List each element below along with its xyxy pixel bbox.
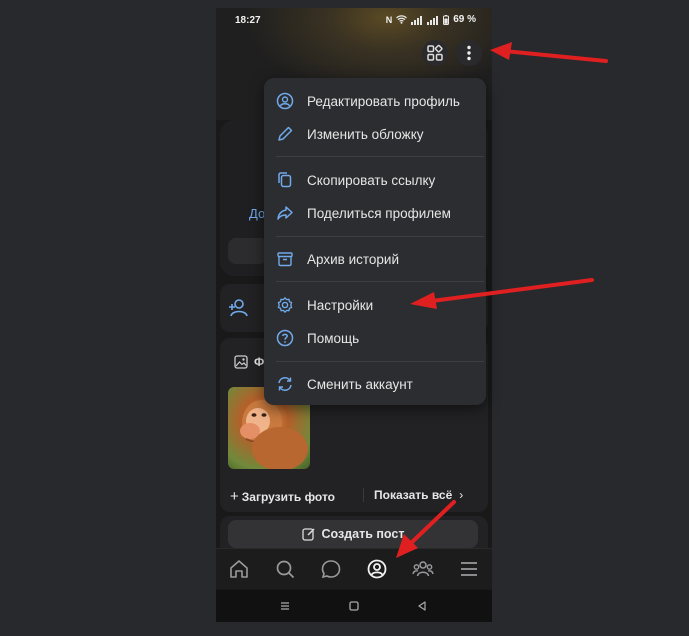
switch-account-icon (278, 377, 292, 391)
more-options-button[interactable] (456, 40, 482, 66)
signal-icon (411, 14, 423, 25)
menu-item-share-profile[interactable]: Поделиться профилем (264, 198, 486, 228)
menu-item-switch-account[interactable]: Сменить аккаунт (264, 369, 486, 399)
messages-icon[interactable] (320, 558, 342, 580)
divider (363, 488, 364, 502)
share-icon (277, 206, 293, 220)
services-button[interactable] (422, 40, 448, 66)
upload-photo-button[interactable]: + Загрузить фото (230, 488, 335, 505)
menu-item-stories-archive[interactable]: Архив историй (264, 244, 486, 274)
menu-item-change-cover[interactable]: Изменить обложку (264, 119, 486, 149)
menu-item-label: Настройки (307, 298, 374, 313)
recents-icon[interactable] (279, 600, 291, 612)
menu-item-label: Скопировать ссылку (307, 173, 436, 188)
status-bar: 18:27 N 69 % (216, 8, 492, 32)
plus-icon: + (230, 488, 239, 505)
help-icon (276, 329, 294, 347)
gear-icon (277, 297, 293, 313)
menu-item-label: Сменить аккаунт (307, 377, 413, 392)
menu-divider (276, 236, 484, 237)
menu-divider (276, 156, 484, 157)
upload-photo-label: Загрузить фото (241, 490, 335, 504)
menu-item-label: Поделиться профилем (307, 206, 451, 221)
add-friend-icon[interactable] (228, 298, 250, 318)
photos-title: Ф (254, 355, 265, 369)
annotation-arrow-settings (410, 278, 594, 309)
annotation-arrow-profile-tab (396, 500, 456, 558)
menu-divider (276, 361, 484, 362)
profile-action-button[interactable] (228, 238, 268, 264)
menu-item-label: Редактировать профиль (307, 94, 460, 109)
wifi-icon (396, 15, 408, 24)
archive-icon (277, 252, 293, 267)
menu-item-edit-profile[interactable]: Редактировать профиль (264, 86, 486, 116)
signal-icon-2 (427, 14, 439, 25)
pencil-icon (278, 126, 293, 141)
menu-item-copy-link[interactable]: Скопировать ссылку (264, 165, 486, 195)
menu-item-label: Помощь (307, 331, 360, 346)
profile-partial-link[interactable]: До (249, 206, 265, 221)
profile-options-menu: Редактировать профиль Изменить обложку С… (264, 78, 486, 405)
status-time: 18:27 (235, 15, 261, 26)
back-icon[interactable] (416, 600, 428, 612)
home-system-icon[interactable] (348, 600, 360, 612)
more-vertical-icon (467, 45, 471, 61)
menu-item-label: Архив историй (307, 252, 399, 267)
battery-level: 69 % (453, 14, 476, 25)
apps-icon (427, 44, 443, 61)
user-circle-icon (276, 92, 294, 110)
system-navigation-bar (216, 590, 492, 622)
status-icons: N 69 % (386, 14, 476, 25)
home-icon[interactable] (228, 558, 250, 580)
menu-item-label: Изменить обложку (307, 127, 424, 142)
search-icon[interactable] (274, 558, 296, 580)
battery-icon (443, 14, 450, 25)
menu-item-help[interactable]: Помощь (264, 323, 486, 353)
profile-icon[interactable] (366, 558, 388, 580)
annotation-arrow-more-button (490, 42, 608, 63)
nfc-icon: N (385, 14, 393, 25)
photo-icon (234, 355, 248, 369)
copy-icon (278, 172, 292, 188)
edit-icon (301, 528, 315, 541)
